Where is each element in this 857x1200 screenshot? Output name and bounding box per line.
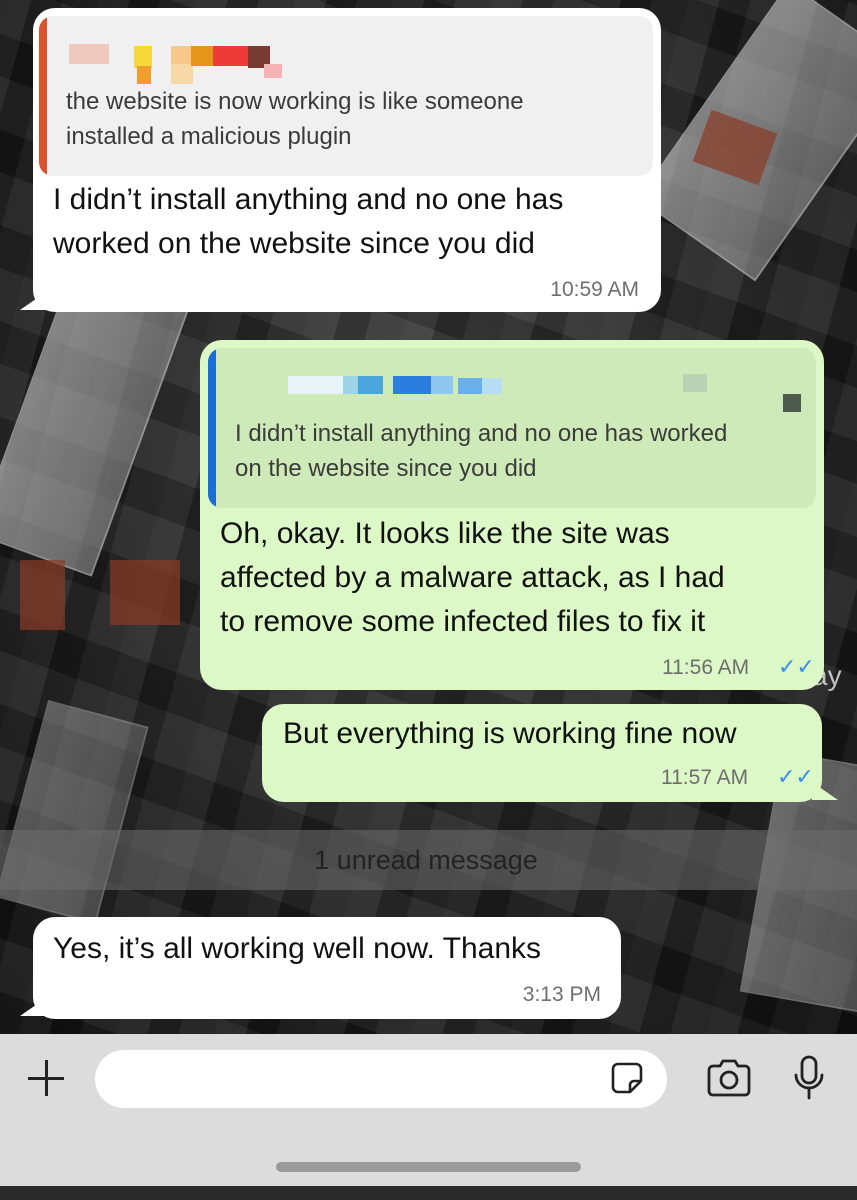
quoted-text-line: the website is now working is like someo… [66, 88, 524, 115]
message-input[interactable] [95, 1050, 667, 1108]
message-text-line: Oh, okay. It looks like the site was [220, 517, 670, 550]
wallpaper-banknote [0, 267, 189, 577]
message-text-line: I didn’t install anything and no one has [53, 183, 564, 216]
message-timestamp: 10:59 AM [550, 278, 639, 301]
sticker-icon[interactable] [610, 1061, 644, 1095]
wallpaper-detail [20, 560, 65, 630]
screen-bottom-edge [0, 1186, 857, 1200]
redacted-pixel [431, 376, 453, 394]
redacted-pixel [458, 378, 482, 394]
home-indicator[interactable] [276, 1162, 581, 1172]
quoted-text-line: I didn’t install anything and no one has… [235, 420, 728, 447]
unread-messages-label: 1 unread message [314, 844, 538, 875]
redacted-pixel [393, 376, 431, 394]
quoted-text-line: on the website since you did [235, 455, 537, 482]
redacted-pixel [213, 46, 248, 66]
message-timestamp: 11:57 AM [661, 766, 749, 789]
message-text-line: affected by a malware attack, as I had [220, 561, 725, 594]
redacted-sender-name [69, 44, 109, 64]
message-text-line: But everything is working fine now [283, 717, 737, 750]
quoted-text-line: installed a malicious plugin [66, 123, 352, 150]
wallpaper-banknote [0, 700, 149, 924]
quoted-message[interactable]: the website is now working is like someo… [39, 16, 653, 176]
message-timestamp: 11:56 AM [662, 656, 750, 679]
quote-bar [208, 348, 216, 508]
double-check-icon: ✓✓ [778, 654, 815, 679]
redacted-pixel [137, 66, 151, 84]
redacted-pixel [358, 376, 383, 394]
redacted-pixel [134, 46, 152, 68]
redacted-pixel [191, 46, 213, 66]
redacted-sender-name [288, 376, 343, 394]
message-bubble-incoming[interactable]: the website is now working is like someo… [33, 8, 661, 312]
quoted-message[interactable]: I didn’t install anything and no one has… [208, 348, 816, 508]
message-bubble-incoming[interactable]: Yes, it’s all working well now. Thanks 3… [33, 917, 621, 1019]
camera-icon[interactable] [705, 1058, 753, 1098]
redacted-pixel [683, 374, 707, 392]
redacted-pixel [171, 64, 193, 84]
plus-icon[interactable] [26, 1058, 66, 1098]
quote-bar [39, 16, 47, 176]
message-text-line: worked on the website since you did [53, 227, 535, 260]
microphone-icon[interactable] [792, 1055, 826, 1101]
message-text-line: to remove some infected files to fix it [220, 605, 706, 638]
redacted-pixel [482, 378, 502, 394]
double-check-icon: ✓✓ [777, 764, 814, 789]
message-text-line: Yes, it’s all working well now. Thanks [53, 932, 542, 965]
unread-messages-divider: 1 unread message [0, 830, 857, 890]
message-timestamp: 3:13 PM [522, 983, 601, 1006]
redacted-pixel [264, 64, 282, 78]
redacted-pixel [783, 394, 801, 412]
message-bubble-outgoing[interactable]: But everything is working fine now 11:57… [262, 704, 822, 802]
wallpaper-detail [110, 560, 180, 625]
message-bubble-outgoing[interactable]: I didn’t install anything and no one has… [200, 340, 824, 690]
